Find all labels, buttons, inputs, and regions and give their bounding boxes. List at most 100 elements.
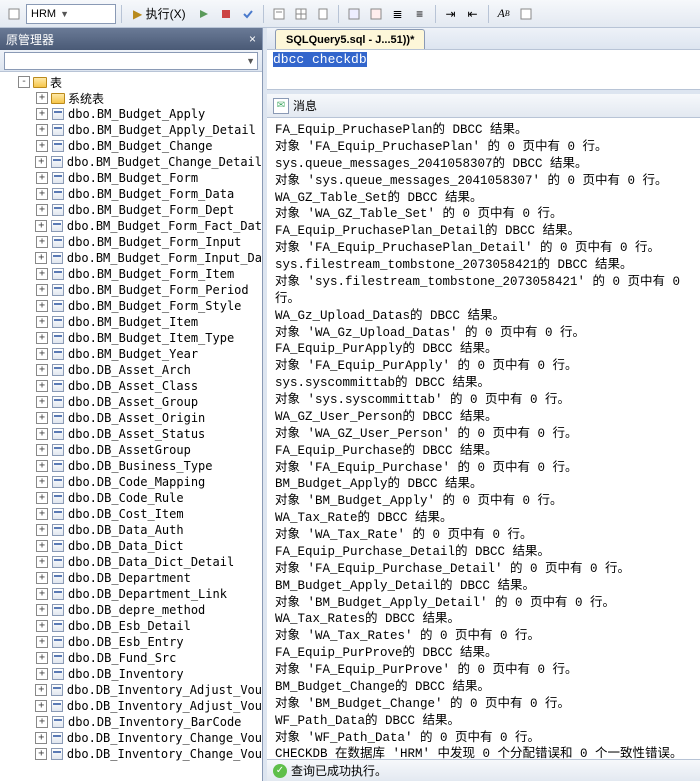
- expand-icon[interactable]: +: [36, 300, 48, 312]
- indent-button[interactable]: ⇥: [441, 4, 461, 24]
- expand-icon[interactable]: +: [35, 684, 47, 696]
- tree-folder-tables[interactable]: -表: [0, 74, 262, 90]
- database-combo[interactable]: HRM▼: [26, 4, 116, 24]
- tree-table[interactable]: +dbo.BM_Budget_Form_Fact_Dat: [0, 218, 262, 234]
- tree-table[interactable]: +dbo.DB_Esb_Detail: [0, 618, 262, 634]
- uncomment-button[interactable]: [366, 4, 386, 24]
- expand-icon[interactable]: +: [36, 716, 48, 728]
- tree-table[interactable]: +dbo.BM_Budget_Change_Detail: [0, 154, 262, 170]
- tree-table[interactable]: +dbo.BM_Budget_Year: [0, 346, 262, 362]
- tree-table[interactable]: +dbo.BM_Budget_Apply: [0, 106, 262, 122]
- tree-table[interactable]: +dbo.DB_Inventory_BarCode: [0, 714, 262, 730]
- expand-icon[interactable]: +: [36, 668, 48, 680]
- expand-icon[interactable]: +: [36, 92, 48, 104]
- expand-icon[interactable]: +: [36, 380, 48, 392]
- expand-icon[interactable]: +: [36, 172, 48, 184]
- tree-table[interactable]: +dbo.BM_Budget_Form_Style: [0, 298, 262, 314]
- messages-pane[interactable]: FA_Equip_PruchasePlan的 DBCC 结果。对象 'FA_Eq…: [267, 118, 700, 759]
- tree-table[interactable]: +dbo.BM_Budget_Form_Period: [0, 282, 262, 298]
- tree-table[interactable]: +dbo.DB_Inventory_Change_Vou: [0, 746, 262, 762]
- tree-table[interactable]: +dbo.DB_Business_Type: [0, 458, 262, 474]
- tree-table[interactable]: +dbo.DB_Department: [0, 570, 262, 586]
- expand-icon[interactable]: +: [36, 268, 48, 280]
- tree-table[interactable]: +dbo.DB_Code_Mapping: [0, 474, 262, 490]
- expand-icon[interactable]: +: [36, 236, 48, 248]
- tree-table[interactable]: +dbo.DB_Data_Auth: [0, 522, 262, 538]
- tree-table[interactable]: +dbo.DB_Asset_Origin: [0, 410, 262, 426]
- result-grid-button[interactable]: [291, 4, 311, 24]
- tree-table[interactable]: +dbo.BM_Budget_Form_Item: [0, 266, 262, 282]
- expand-icon[interactable]: +: [36, 524, 48, 536]
- tree-table[interactable]: +dbo.DB_Inventory_Change_Vou: [0, 730, 262, 746]
- tree-table[interactable]: +dbo.BM_Budget_Form_Input: [0, 234, 262, 250]
- tree-table[interactable]: +dbo.BM_Budget_Change: [0, 138, 262, 154]
- expand-icon[interactable]: +: [36, 556, 48, 568]
- expand-icon[interactable]: +: [36, 652, 48, 664]
- tb-button[interactable]: ≣: [388, 4, 408, 24]
- tree-folder-system-tables[interactable]: +系统表: [0, 90, 262, 106]
- expand-icon[interactable]: +: [36, 620, 48, 632]
- outdent-button[interactable]: ⇤: [463, 4, 483, 24]
- tree-table[interactable]: +dbo.BM_Budget_Form_Input_Da: [0, 250, 262, 266]
- expand-icon[interactable]: +: [36, 604, 48, 616]
- expand-icon[interactable]: +: [35, 748, 47, 760]
- expand-icon[interactable]: +: [36, 284, 48, 296]
- close-icon[interactable]: ×: [249, 32, 256, 46]
- expand-icon[interactable]: +: [36, 476, 48, 488]
- tree-table[interactable]: +dbo.BM_Budget_Form_Dept: [0, 202, 262, 218]
- expand-icon[interactable]: +: [36, 204, 48, 216]
- tree-table[interactable]: +dbo.DB_Asset_Class: [0, 378, 262, 394]
- expand-icon[interactable]: -: [18, 76, 30, 88]
- comment-button[interactable]: [344, 4, 364, 24]
- expand-icon[interactable]: +: [36, 332, 48, 344]
- explorer-dropdown[interactable]: ▼: [4, 52, 258, 70]
- tree-table[interactable]: +dbo.DB_AssetGroup: [0, 442, 262, 458]
- expand-icon[interactable]: +: [36, 428, 48, 440]
- expand-icon[interactable]: +: [36, 636, 48, 648]
- result-file-button[interactable]: [313, 4, 333, 24]
- expand-icon[interactable]: +: [36, 348, 48, 360]
- expand-icon[interactable]: +: [36, 316, 48, 328]
- tree-table[interactable]: +dbo.DB_Inventory: [0, 666, 262, 682]
- execute-button[interactable]: ▶ 执行(X): [127, 4, 192, 24]
- expand-icon[interactable]: +: [36, 188, 48, 200]
- debug-button[interactable]: [194, 4, 214, 24]
- tb-button[interactable]: ≡: [410, 4, 430, 24]
- tree-table[interactable]: +dbo.DB_Inventory_Adjust_Vou: [0, 698, 262, 714]
- tree-table[interactable]: +dbo.DB_Code_Rule: [0, 490, 262, 506]
- expand-icon[interactable]: +: [36, 492, 48, 504]
- tree-table[interactable]: +dbo.DB_Inventory_Adjust_Vou: [0, 682, 262, 698]
- tree-table[interactable]: +dbo.BM_Budget_Item_Type: [0, 330, 262, 346]
- expand-icon[interactable]: +: [36, 572, 48, 584]
- sql-editor[interactable]: dbcc checkdb: [267, 50, 700, 90]
- expand-icon[interactable]: +: [35, 156, 47, 168]
- tree-table[interactable]: +dbo.DB_Data_Dict: [0, 538, 262, 554]
- tree-table[interactable]: +dbo.DB_Asset_Group: [0, 394, 262, 410]
- font-button[interactable]: AB: [494, 4, 514, 24]
- tree-table[interactable]: +dbo.DB_Fund_Src: [0, 650, 262, 666]
- tb-button[interactable]: [516, 4, 536, 24]
- tree-table[interactable]: +dbo.BM_Budget_Apply_Detail: [0, 122, 262, 138]
- expand-icon[interactable]: +: [36, 508, 48, 520]
- expand-icon[interactable]: +: [35, 732, 47, 744]
- editor-tab[interactable]: SQLQuery5.sql - J...51))*: [275, 29, 425, 49]
- parse-button[interactable]: [238, 4, 258, 24]
- expand-icon[interactable]: +: [35, 700, 47, 712]
- result-text-button[interactable]: [269, 4, 289, 24]
- object-tree[interactable]: -表+系统表+dbo.BM_Budget_Apply+dbo.BM_Budget…: [0, 72, 262, 781]
- tree-table[interactable]: +dbo.DB_Department_Link: [0, 586, 262, 602]
- expand-icon[interactable]: +: [36, 412, 48, 424]
- tree-table[interactable]: +dbo.BM_Budget_Form_Data: [0, 186, 262, 202]
- tree-table[interactable]: +dbo.DB_Esb_Entry: [0, 634, 262, 650]
- expand-icon[interactable]: +: [36, 540, 48, 552]
- toolbar-button-1[interactable]: [4, 4, 24, 24]
- expand-icon[interactable]: +: [36, 140, 48, 152]
- stop-button[interactable]: [216, 4, 236, 24]
- expand-icon[interactable]: +: [36, 460, 48, 472]
- expand-icon[interactable]: +: [35, 252, 47, 264]
- expand-icon[interactable]: +: [36, 444, 48, 456]
- tree-table[interactable]: +dbo.DB_depre_method: [0, 602, 262, 618]
- tree-table[interactable]: +dbo.BM_Budget_Item: [0, 314, 262, 330]
- expand-icon[interactable]: +: [36, 124, 48, 136]
- tree-table[interactable]: +dbo.DB_Data_Dict_Detail: [0, 554, 262, 570]
